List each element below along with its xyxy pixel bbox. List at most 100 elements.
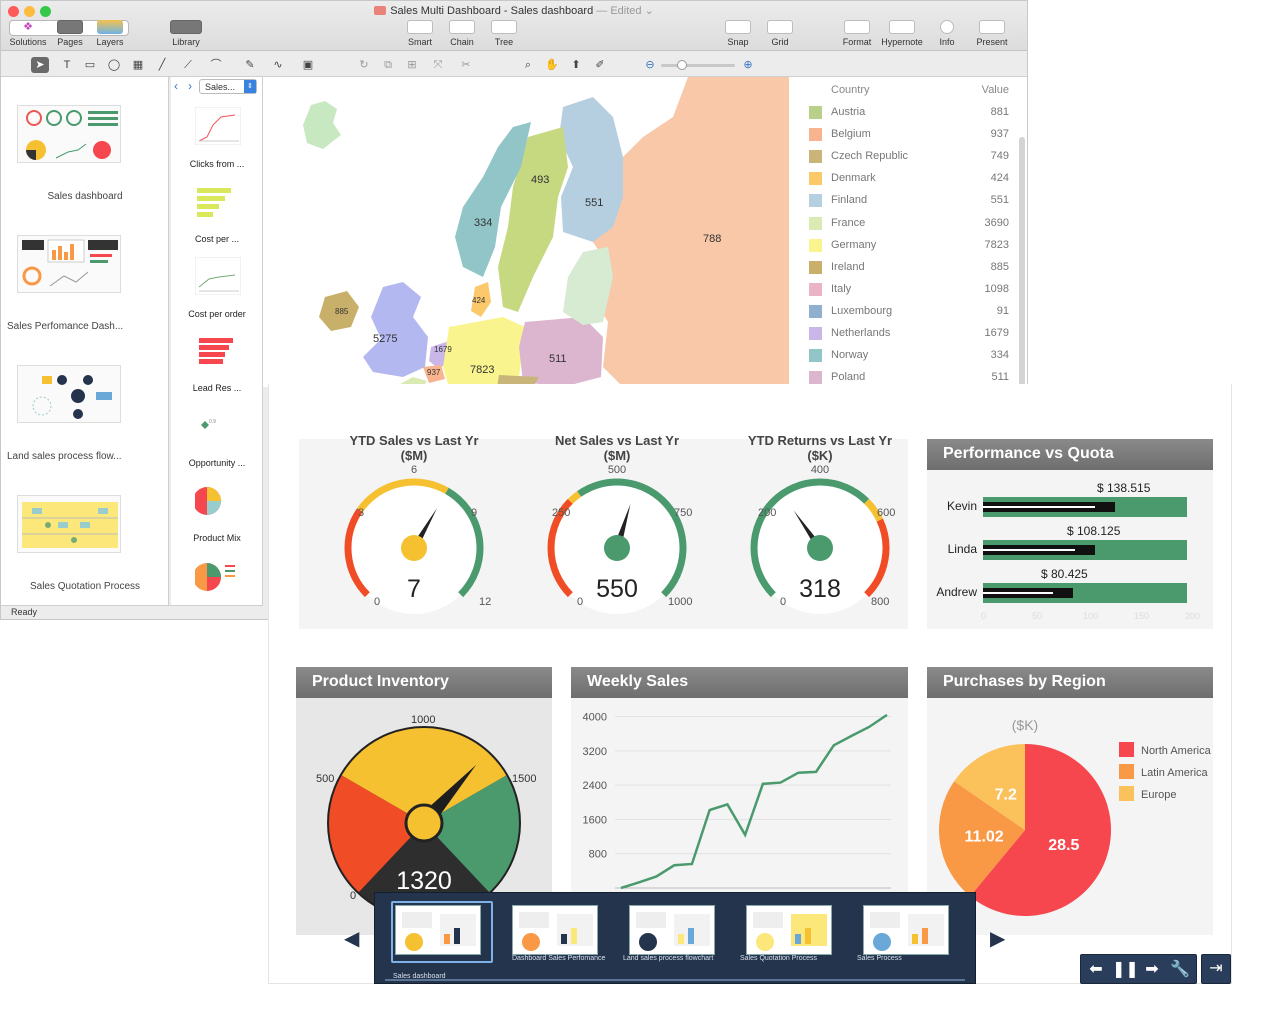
layers-button[interactable]: Layers — [89, 20, 131, 47]
snap-icon — [725, 20, 751, 34]
wrench-icon[interactable]: 🔧 — [1168, 958, 1192, 982]
quota-person-name: Linda — [947, 542, 977, 556]
connector-tool-icon[interactable]: ⟋ — [179, 57, 197, 73]
page-thumb-sales-dashboard[interactable] — [17, 105, 121, 163]
info-button[interactable]: Info — [927, 20, 967, 47]
slide-label[interactable]: Dashboard Sales Perfomance — [512, 955, 622, 963]
hand-tool-icon[interactable]: ✋ — [543, 57, 561, 73]
rectangle-tool-icon[interactable]: ▭ — [81, 57, 99, 73]
tree-button[interactable]: Tree — [485, 20, 523, 47]
library-thumb-lead-res[interactable] — [195, 332, 241, 370]
exit-presentation-icon[interactable]: ⇥ — [1201, 954, 1231, 984]
map-label-belgium: 937 — [427, 368, 441, 377]
map-scrollbar[interactable] — [1019, 137, 1025, 387]
note-tool-icon[interactable]: ▣ — [299, 57, 317, 73]
flip-icon[interactable]: ⤧ — [429, 57, 447, 73]
select-tool-icon[interactable]: ➤ — [31, 57, 49, 73]
legend-value: 334 — [990, 349, 1009, 362]
library-forward-icon[interactable]: › — [188, 79, 192, 93]
stamp-tool-icon[interactable]: ⬆ — [567, 57, 585, 73]
arc-tool-icon[interactable]: ⌒ — [207, 57, 225, 73]
slide-thumb[interactable] — [512, 905, 598, 955]
library-item-clicks[interactable]: Clicks from ... — [171, 159, 263, 169]
page-thumb-sales-performance[interactable] — [17, 235, 121, 293]
format-icon — [844, 20, 870, 34]
gauge-label-right: 750 — [674, 507, 693, 519]
line-tool-icon[interactable]: ╱ — [153, 57, 171, 73]
table-tool-icon[interactable]: ▦ — [129, 57, 147, 73]
magnifier-icon[interactable]: ⌕ — [519, 57, 537, 73]
library-button[interactable]: Library — [165, 20, 207, 47]
eyedropper-icon[interactable]: ✐ — [591, 57, 609, 73]
page-label-sales-quotation[interactable]: Sales Quotation Process — [1, 581, 169, 592]
zoom-out-icon[interactable]: ⊖ — [641, 57, 659, 73]
library-item-product-mix[interactable]: Product Mix — [171, 533, 263, 543]
pie-slice-label: 11.02 — [965, 829, 1004, 846]
zoom-in-icon[interactable]: ⊕ — [739, 57, 757, 73]
align-icon[interactable]: ⊞ — [403, 57, 421, 73]
library-thumb-product-mix-2[interactable] — [195, 557, 241, 595]
library-thumb-product-mix-pie[interactable] — [195, 481, 241, 519]
present-button[interactable]: Present — [971, 20, 1013, 47]
grid-button[interactable]: Grid — [761, 20, 799, 47]
library-item-cost-per-order[interactable]: Cost per order — [171, 309, 263, 319]
page-thumb-land-sales-flow[interactable] — [17, 365, 121, 423]
page-label-land-sales-flow[interactable]: Land sales process flow... — [1, 451, 169, 462]
pen-tool-icon[interactable]: ✎ — [241, 57, 259, 73]
pause-icon[interactable]: ❚❚ — [1112, 958, 1139, 982]
pages-button[interactable]: Pages — [49, 20, 91, 47]
edited-label: — Edited ⌄ — [596, 5, 654, 17]
library-item-lead-res[interactable]: Lead Res ... — [171, 383, 263, 393]
next-slide-icon[interactable]: ➡ — [1140, 958, 1164, 982]
status-bar: Ready — [1, 605, 263, 619]
chain-button[interactable]: Chain — [443, 20, 481, 47]
library-thumb-clicks[interactable] — [195, 107, 241, 145]
slide-strip-scrollbar[interactable] — [385, 979, 965, 981]
ellipse-tool-icon[interactable]: ◯ — [105, 57, 123, 73]
format-button[interactable]: Format — [837, 20, 877, 47]
page-thumb-sales-quotation[interactable] — [17, 495, 121, 553]
next-slide-arrow-icon[interactable]: ▶ — [990, 926, 1005, 951]
library-thumb-cost-per[interactable] — [195, 182, 241, 220]
slide-label[interactable]: Sales Process — [857, 955, 967, 963]
legend-value: 749 — [990, 150, 1009, 163]
slide-thumb[interactable] — [863, 905, 949, 955]
library-item-opportunity[interactable]: Opportunity ... — [171, 458, 263, 468]
page-thumb-sales-performance-preview — [22, 239, 118, 287]
rotate-icon[interactable]: ↻ — [355, 57, 373, 73]
group-icon[interactable]: ⧉ — [379, 57, 397, 73]
hypernote-icon — [889, 20, 915, 34]
library-dropdown[interactable]: Sales... ⇕ — [199, 79, 257, 94]
title-bar: Sales Multi Dashboard - Sales dashboard … — [1, 1, 1027, 51]
legend-swatch — [809, 349, 822, 363]
slide-thumb[interactable] — [629, 905, 715, 955]
zoom-slider[interactable] — [661, 64, 735, 67]
scissors-icon[interactable]: ✂ — [457, 57, 475, 73]
document-icon — [374, 6, 387, 15]
library-back-icon[interactable]: ‹ — [174, 79, 178, 93]
library-item-cost-per[interactable]: Cost per ... — [171, 234, 263, 244]
slide-label[interactable]: Land sales process flowchart — [623, 955, 733, 963]
library-thumb-cost-per-order[interactable] — [195, 257, 241, 295]
page-label-sales-performance[interactable]: Sales Perfomance Dash... — [1, 321, 169, 332]
hypernote-button[interactable]: Hypernote — [879, 20, 925, 47]
snap-button[interactable]: Snap — [719, 20, 757, 47]
hypernote-label: Hypernote — [881, 37, 923, 47]
slide-thumb[interactable] — [746, 905, 832, 955]
slide-thumb[interactable] — [395, 905, 481, 955]
smart-button[interactable]: Smart — [401, 20, 439, 47]
performance-quota-card: Performance vs Quota $ 138.515 Kevin $ 108… — [927, 439, 1213, 629]
text-tool-icon[interactable]: T — [58, 57, 76, 73]
previous-slide-icon[interactable]: ⬅ — [1084, 958, 1108, 982]
solutions-button[interactable]: ❖ Solutions — [7, 20, 49, 47]
slide-label[interactable]: Sales Quotation Process — [740, 955, 850, 963]
smart-connector-icon — [407, 20, 433, 34]
previous-slide-arrow-icon[interactable]: ◀ — [344, 926, 359, 951]
zoom-slider-thumb[interactable] — [677, 60, 687, 70]
bezier-tool-icon[interactable]: ∿ — [269, 57, 287, 73]
page-label-sales-dashboard[interactable]: Sales dashboard — [1, 191, 169, 202]
quota-actual-line — [983, 506, 1095, 508]
map-label-netherlands: 1679 — [434, 345, 452, 354]
gauge-title: YTD Sales vs Last Yr ($M) — [319, 433, 509, 463]
library-thumb-opportunity[interactable]: 0.9 — [195, 407, 241, 445]
